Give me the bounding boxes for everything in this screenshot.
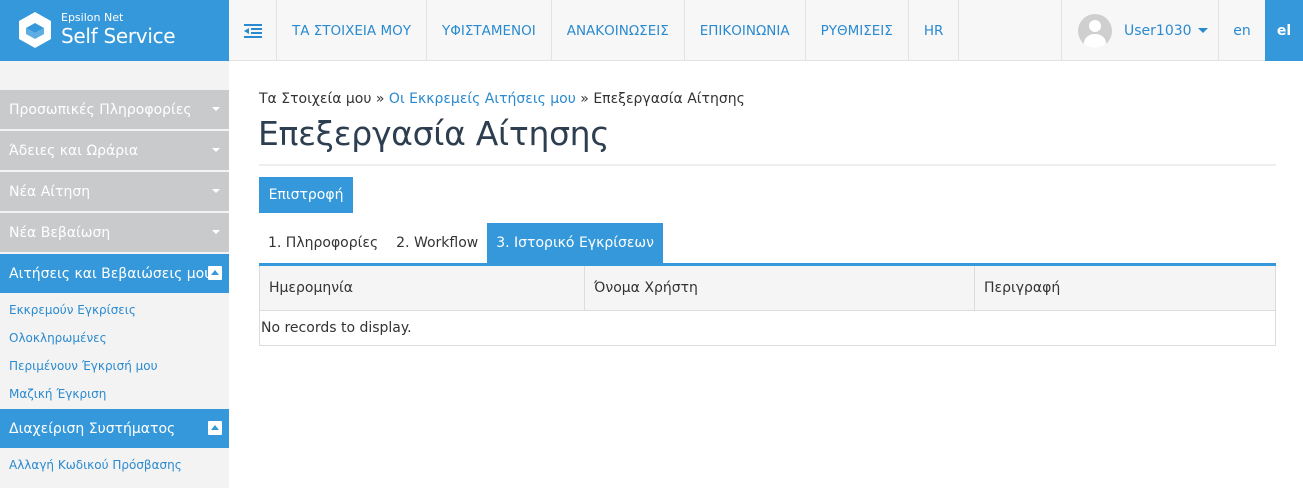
nav-item-subordinates[interactable]: ΥΦΙΣΤΑΜΕΝΟΙ xyxy=(427,0,552,61)
user-name: User1030 xyxy=(1124,22,1192,39)
nav-item-contact[interactable]: ΕΠΙΚΟΙΝΩΝΙΑ xyxy=(685,0,806,61)
sidebar-section-new-request[interactable]: Νέα Αίτηση xyxy=(0,172,229,211)
approval-history-table: Ημερομηνία Όνομα Χρήστη Περιγραφή No rec… xyxy=(259,266,1276,346)
nav-item-announcements[interactable]: ΑΝΑΚΟΙΝΩΣΕΙΣ xyxy=(552,0,685,61)
sidebar-section-label: Προσωπικές Πληροφορίες xyxy=(9,101,192,118)
logo-hexagon-icon xyxy=(19,12,51,48)
sidebar-section-my-requests[interactable]: Αιτήσεις και Βεβαιώσεις μου xyxy=(0,254,229,293)
language-en-button[interactable]: en xyxy=(1218,0,1265,61)
sidebar-section-label: Άδειες και Ωράρια xyxy=(9,142,139,159)
brand-text: Epsilon Net Self Service xyxy=(61,11,176,48)
caret-down-icon xyxy=(212,148,220,152)
column-header-description[interactable]: Περιγραφή xyxy=(975,266,1275,310)
breadcrumb-separator: » xyxy=(371,91,389,107)
collapse-icon xyxy=(208,421,222,435)
caret-down-icon xyxy=(212,107,220,111)
caret-down-icon xyxy=(212,230,220,234)
breadcrumb-root[interactable]: Τα Στοιχεία μου xyxy=(259,91,371,107)
sidebar-section-label: Νέα Αίτηση xyxy=(9,183,91,200)
tab-information[interactable]: 1. Πληροφορίες xyxy=(259,223,387,263)
sidebar: Προσωπικές Πληροφορίες Άδειες και Ωράρια… xyxy=(0,61,229,488)
breadcrumb-separator: » xyxy=(575,91,594,107)
nav-item-hr[interactable]: HR xyxy=(909,0,960,61)
breadcrumb: Τα Στοιχεία μου » Οι Εκκρεμείς Αιτήσεις … xyxy=(259,91,745,107)
sidebar-toggle-button[interactable] xyxy=(229,0,277,61)
collapse-icon xyxy=(208,266,222,280)
tab-approval-history[interactable]: 3. Ιστορικό Εγκρίσεων xyxy=(487,223,663,263)
column-header-username[interactable]: Όνομα Χρήστη xyxy=(585,266,975,310)
sidebar-link-bulk-approval[interactable]: Μαζική Έγκριση xyxy=(9,387,106,401)
language-el-button[interactable]: el xyxy=(1265,0,1303,61)
main-nav: ΤΑ ΣΤΟΙΧΕΙΑ ΜΟΥ ΥΦΙΣΤΑΜΕΝΟΙ ΑΝΑΚΟΙΝΩΣΕΙΣ… xyxy=(277,0,960,61)
column-header-date[interactable]: Ημερομηνία xyxy=(260,266,585,310)
empty-table-message: No records to display. xyxy=(261,320,412,336)
sidebar-link-awaiting-my-approval[interactable]: Περιμένουν Έγκρισή μου xyxy=(9,359,158,373)
chevron-down-icon xyxy=(1197,28,1208,33)
sidebar-section-label: Διαχείριση Συστήματος xyxy=(9,420,176,437)
brand-company: Epsilon Net xyxy=(61,11,124,24)
breadcrumb-current: Επεξεργασία Αίτησης xyxy=(593,91,745,107)
title-divider xyxy=(259,164,1276,166)
breadcrumb-pending-requests[interactable]: Οι Εκκρεμείς Αιτήσεις μου xyxy=(389,91,576,107)
menu-collapse-icon xyxy=(243,23,262,38)
sidebar-section-personal-info[interactable]: Προσωπικές Πληροφορίες xyxy=(0,90,229,129)
sidebar-section-label: Νέα Βεβαίωση xyxy=(9,224,111,241)
avatar xyxy=(1078,13,1112,48)
nav-item-my-info[interactable]: ΤΑ ΣΤΟΙΧΕΙΑ ΜΟΥ xyxy=(277,0,427,61)
brand[interactable]: Epsilon Net Self Service xyxy=(0,0,229,61)
table-header: Ημερομηνία Όνομα Χρήστη Περιγραφή xyxy=(260,266,1275,311)
back-button[interactable]: Επιστροφή xyxy=(259,177,353,213)
caret-down-icon xyxy=(212,189,220,193)
sidebar-section-leaves-schedules[interactable]: Άδειες και Ωράρια xyxy=(0,131,229,170)
sidebar-link-change-password[interactable]: Αλλαγή Κωδικού Πρόσβασης xyxy=(9,458,182,472)
sidebar-section-new-certificate[interactable]: Νέα Βεβαίωση xyxy=(0,213,229,252)
brand-product: Self Service xyxy=(61,24,176,48)
page-title: Επεξεργασία Αίτησης xyxy=(258,114,610,153)
nav-item-settings[interactable]: ΡΥΘΜΙΣΕΙΣ xyxy=(806,0,909,61)
sidebar-link-pending-approvals[interactable]: Εκκρεμούν Εγκρίσεις xyxy=(9,303,136,317)
tab-workflow[interactable]: 2. Workflow xyxy=(387,223,487,263)
sidebar-section-system-admin[interactable]: Διαχείριση Συστήματος xyxy=(0,409,229,448)
sidebar-section-label: Αιτήσεις και Βεβαιώσεις μου xyxy=(9,265,213,282)
tab-bar: 1. Πληροφορίες 2. Workflow 3. Ιστορικό Ε… xyxy=(259,223,663,263)
sidebar-link-completed[interactable]: Ολοκληρωμένες xyxy=(9,331,107,345)
top-bar: Epsilon Net Self Service ΤΑ ΣΤΟΙΧΕΙΑ ΜΟΥ… xyxy=(0,0,1303,61)
user-menu[interactable]: User1030 xyxy=(1061,0,1218,61)
